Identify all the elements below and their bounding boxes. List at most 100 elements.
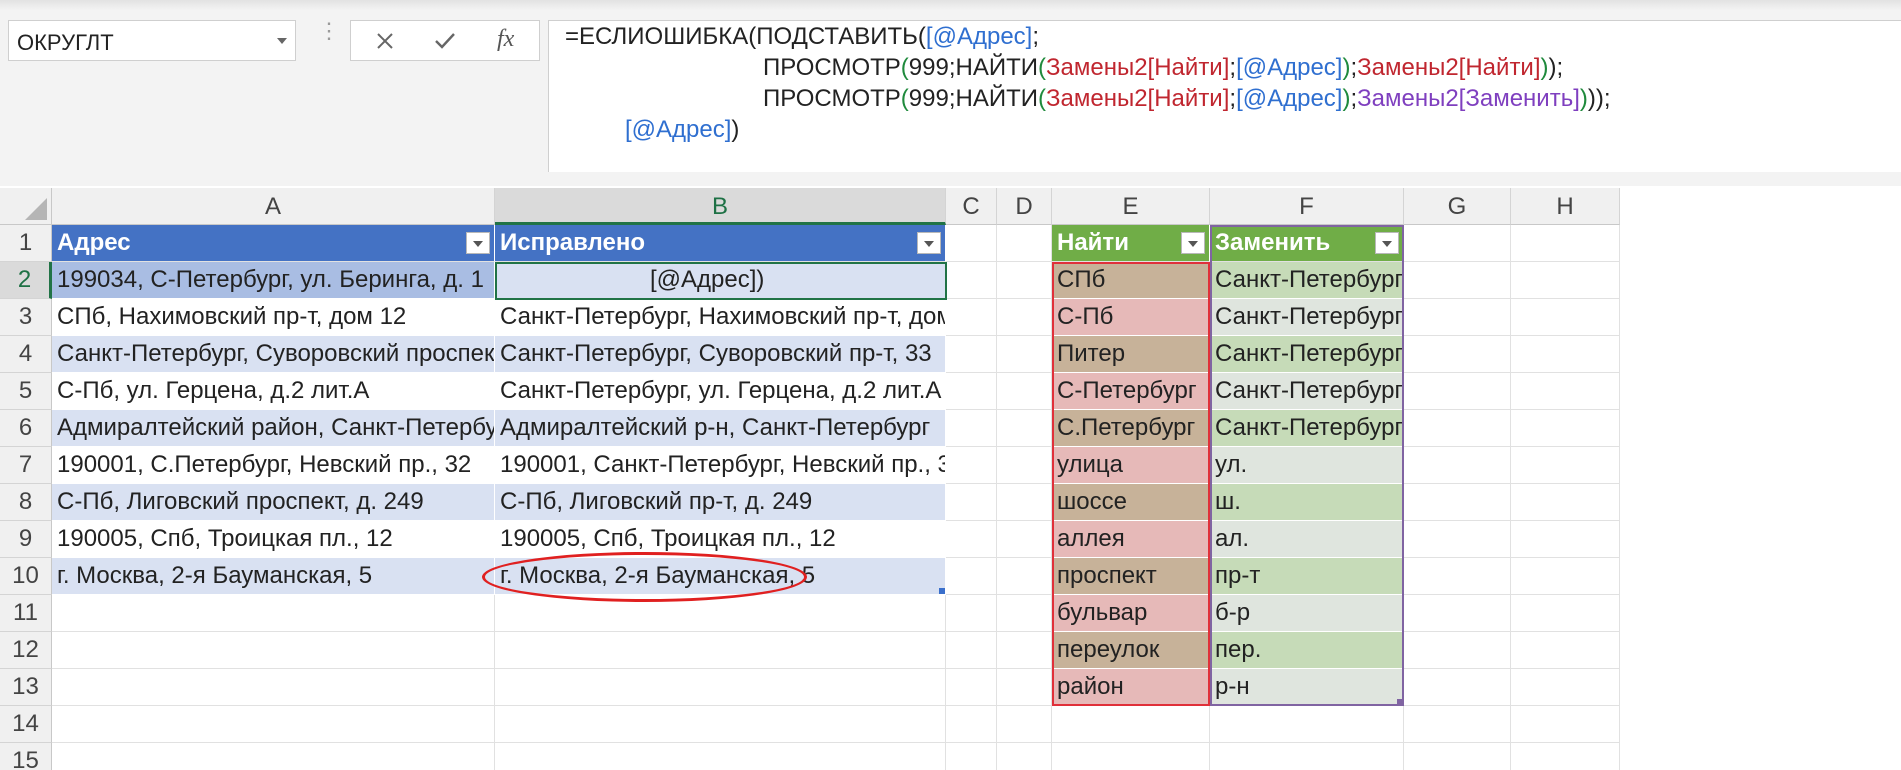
column-header-h[interactable]: H <box>1511 188 1620 225</box>
grid-cell[interactable] <box>1511 632 1620 669</box>
grid-cell[interactable] <box>946 669 997 706</box>
grid-cell[interactable] <box>997 632 1052 669</box>
address-cell[interactable]: СПб, Нахимовский пр-т, дом 12 <box>52 299 495 336</box>
fixed-address-cell[interactable]: Санкт-Петербург, Суворовский пр-т, 33 <box>495 336 946 373</box>
address-cell[interactable]: С-Пб, Лиговский проспект, д. 249 <box>52 484 495 521</box>
grid-cell[interactable] <box>1052 743 1210 770</box>
grid-cell[interactable] <box>1511 225 1620 262</box>
select-all-button[interactable] <box>0 188 52 225</box>
name-box-dropdown-icon[interactable] <box>277 38 287 44</box>
grid-cell[interactable] <box>1404 743 1511 770</box>
table-header-find[interactable]: Найти <box>1052 225 1210 262</box>
grid-cell[interactable] <box>1511 447 1620 484</box>
fixed-address-cell[interactable]: г. Москва, 2-я Бауманская, 5 <box>495 558 946 595</box>
grid-cell[interactable] <box>1511 743 1620 770</box>
table-resize-handle[interactable] <box>939 588 945 594</box>
grid-cell[interactable] <box>946 484 997 521</box>
address-cell[interactable]: 190001, С.Петербург, Невский пр., 32 <box>52 447 495 484</box>
grid-cell[interactable] <box>52 632 495 669</box>
column-header-c[interactable]: C <box>946 188 997 225</box>
editing-cell-text[interactable]: [@Адрес]) <box>645 262 925 299</box>
grid-cell[interactable] <box>1404 632 1511 669</box>
grid-cell[interactable] <box>1404 558 1511 595</box>
column-header-b[interactable]: B <box>495 188 946 225</box>
column-header-e[interactable]: E <box>1052 188 1210 225</box>
grid-cell[interactable] <box>52 706 495 743</box>
grid-cell[interactable] <box>946 262 997 299</box>
grid-cell[interactable] <box>946 447 997 484</box>
grid-cell[interactable] <box>1404 484 1511 521</box>
address-cell[interactable]: 190005, Спб, Троицкая пл., 12 <box>52 521 495 558</box>
grid-cell[interactable] <box>997 299 1052 336</box>
grid-cell[interactable] <box>997 484 1052 521</box>
row-header-2[interactable]: 2 <box>0 262 52 299</box>
grid-cell[interactable] <box>1511 521 1620 558</box>
enter-button[interactable] <box>416 21 472 60</box>
insert-function-button[interactable]: fx <box>475 21 531 60</box>
grid-cell[interactable] <box>1511 595 1620 632</box>
row-header-12[interactable]: 12 <box>0 632 52 669</box>
row-header-5[interactable]: 5 <box>0 373 52 410</box>
grid-cell[interactable] <box>997 225 1052 262</box>
grid-cell[interactable] <box>1404 706 1511 743</box>
grid-cell[interactable] <box>946 410 997 447</box>
fixed-address-cell[interactable]: 190005, Спб, Троицкая пл., 12 <box>495 521 946 558</box>
row-header-8[interactable]: 8 <box>0 484 52 521</box>
grid-cell[interactable] <box>1404 669 1511 706</box>
fixed-address-cell[interactable]: Адмиралтейский р-н, Санкт-Петербург <box>495 410 946 447</box>
grid-cell[interactable] <box>1511 669 1620 706</box>
address-cell[interactable]: г. Москва, 2-я Бауманская, 5 <box>52 558 495 595</box>
filter-dropdown-icon[interactable] <box>466 232 490 254</box>
grid-cell[interactable] <box>1404 521 1511 558</box>
grid-cell[interactable] <box>1404 225 1511 262</box>
grid-cell[interactable] <box>997 447 1052 484</box>
fixed-address-cell[interactable]: Санкт-Петербург, ул. Герцена, д.2 лит.А <box>495 373 946 410</box>
address-cell[interactable]: 199034, С-Петербург, ул. Беринга, д. 1 <box>52 262 495 299</box>
grid-cell[interactable] <box>946 632 997 669</box>
grid-cell[interactable] <box>1511 336 1620 373</box>
cancel-button[interactable] <box>357 21 413 60</box>
grid-cell[interactable] <box>997 373 1052 410</box>
row-header-1[interactable]: 1 <box>0 225 52 262</box>
grid-cell[interactable] <box>1511 706 1620 743</box>
grid-cell[interactable] <box>946 743 997 770</box>
grid-cell[interactable] <box>1210 706 1404 743</box>
filter-dropdown-icon[interactable] <box>917 232 941 254</box>
row-header-14[interactable]: 14 <box>0 706 52 743</box>
grid-cell[interactable] <box>1511 410 1620 447</box>
grid-cell[interactable] <box>495 632 946 669</box>
grid-cell[interactable] <box>1511 484 1620 521</box>
row-header-15[interactable]: 15 <box>0 743 52 770</box>
row-header-9[interactable]: 9 <box>0 521 52 558</box>
grid-cell[interactable] <box>997 262 1052 299</box>
grid-cell[interactable] <box>946 299 997 336</box>
grid-cell[interactable] <box>997 743 1052 770</box>
fixed-address-cell[interactable]: Санкт-Петербург, Нахимовский пр-т, дом 1… <box>495 299 946 336</box>
drag-handle-icon[interactable]: ⋮ <box>318 20 340 42</box>
grid-cell[interactable] <box>997 706 1052 743</box>
grid-cell[interactable] <box>52 595 495 632</box>
column-header-f[interactable]: F <box>1210 188 1404 225</box>
grid-cell[interactable] <box>946 336 997 373</box>
grid-cell[interactable] <box>1511 299 1620 336</box>
grid-cell[interactable] <box>1511 373 1620 410</box>
table-header-fixed[interactable]: Исправлено <box>495 225 946 262</box>
row-header-7[interactable]: 7 <box>0 447 52 484</box>
grid-cell[interactable] <box>1404 410 1511 447</box>
fixed-address-cell[interactable]: 190001, Санкт-Петербург, Невский пр., 32 <box>495 447 946 484</box>
column-header-d[interactable]: D <box>997 188 1052 225</box>
table-resize-handle[interactable] <box>1397 699 1403 705</box>
grid-cell[interactable] <box>946 706 997 743</box>
worksheet-grid[interactable]: A B C D E F G H 1 2 3 4 5 6 7 8 9 10 11 12 13 14 15 Адрес Исправ… <box>0 188 1901 770</box>
table-header-address[interactable]: Адрес <box>52 225 495 262</box>
address-cell[interactable]: С-Пб, ул. Герцена, д.2 лит.А <box>52 373 495 410</box>
grid-cell[interactable] <box>946 225 997 262</box>
grid-cell[interactable] <box>946 595 997 632</box>
row-header-10[interactable]: 10 <box>0 558 52 595</box>
formula-input[interactable]: =ЕСЛИОШИБКА(ПОДСТАВИТЬ([@Адрес]; ПРОСМОТР… <box>548 20 1901 172</box>
address-cell[interactable]: Адмиралтейский район, Санкт-Петербург <box>52 410 495 447</box>
address-cell[interactable]: Санкт-Петербург, Суворовский проспект, 3… <box>52 336 495 373</box>
grid-cell[interactable] <box>1404 336 1511 373</box>
row-header-6[interactable]: 6 <box>0 410 52 447</box>
fixed-address-cell[interactable]: С-Пб, Лиговский пр-т, д. 249 <box>495 484 946 521</box>
